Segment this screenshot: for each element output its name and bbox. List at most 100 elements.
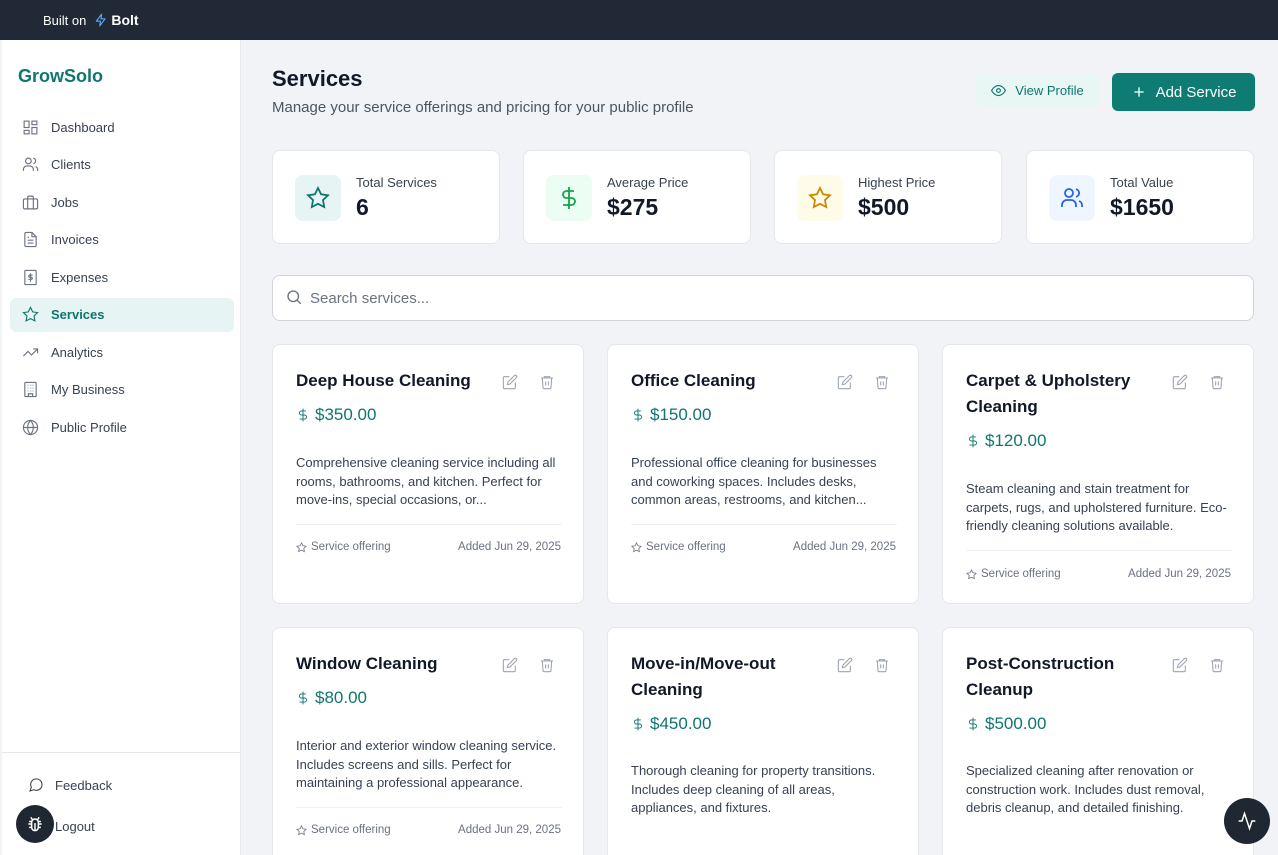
sidebar-item-label: Invoices [51, 232, 99, 247]
trending-up-icon [23, 347, 39, 356]
service-price-value: $150.00 [650, 405, 712, 424]
stat-card-highest-price: Highest Price $500 [774, 150, 1002, 244]
sidebar-item-invoices[interactable]: Invoices [10, 223, 234, 257]
star-icon [808, 186, 832, 209]
logout-label: Logout [55, 818, 95, 834]
service-tag: Service offering [296, 824, 391, 836]
service-tag-label: Service offering [311, 824, 391, 836]
add-service-button[interactable]: Add Service [1112, 73, 1255, 111]
edit-icon[interactable] [837, 657, 853, 673]
service-card[interactable]: Deep House Cleaning $350.00 Comprehensiv… [272, 344, 584, 604]
sidebar-item-jobs[interactable]: Jobs [10, 185, 234, 219]
sidebar-nav: Dashboard Clients Jobs Invoices Expenses… [10, 110, 234, 448]
stat-card-total-value: Total Value $1650 [1026, 150, 1254, 244]
edit-icon[interactable] [502, 374, 518, 390]
plus-icon [1133, 87, 1144, 97]
service-title: Window Cleaning [296, 654, 438, 673]
service-price-value: $120.00 [985, 431, 1047, 450]
building-icon [24, 381, 37, 398]
service-description: Thorough cleaning for property transitio… [631, 763, 876, 815]
dollar-icon [634, 717, 642, 731]
service-price-value: $80.00 [315, 688, 367, 707]
service-title: Post-Construction Cleanup [966, 654, 1115, 699]
sidebar-item-label: Jobs [51, 194, 79, 210]
sidebar-item-public-profile[interactable]: Public Profile [10, 410, 234, 444]
view-profile-button[interactable]: View Profile [976, 74, 1099, 107]
service-card[interactable]: Office Cleaning $150.00 Professional off… [607, 344, 919, 604]
sidebar-item-dashboard[interactable]: Dashboard [10, 110, 234, 144]
stat-label: Total Services [356, 175, 437, 190]
service-added-date: Added Jun 29, 2025 [793, 541, 896, 553]
page-subtitle: Manage your service offerings and pricin… [272, 99, 694, 116]
service-tag: Service offering [966, 568, 1061, 580]
stat-icon-box [295, 175, 341, 221]
service-title: Carpet & Upholstery Cleaning [966, 371, 1131, 416]
service-price: $500.00 [966, 714, 1046, 734]
service-tag-label: Service offering [981, 568, 1061, 580]
feedback-button[interactable]: Feedback [28, 777, 112, 793]
users-icon [22, 157, 39, 171]
stat-label: Highest Price [858, 175, 936, 190]
activity-icon [1238, 811, 1256, 831]
stat-card-total-services: Total Services 6 [272, 150, 500, 244]
service-price-value: $350.00 [315, 405, 377, 424]
stat-icon-box [1049, 175, 1095, 221]
service-card[interactable]: Move-in/Move-out Cleaning $450.00 Thorou… [607, 627, 919, 855]
trash-icon[interactable] [1209, 374, 1225, 390]
globe-icon [22, 419, 39, 435]
service-price-value: $500.00 [985, 714, 1047, 733]
sidebar-item-expenses[interactable]: Expenses [10, 260, 234, 294]
stat-value: $1650 [1110, 194, 1174, 220]
briefcase-icon [22, 195, 39, 209]
sidebar-item-services[interactable]: Services [10, 297, 234, 332]
bug-report-button[interactable] [16, 805, 54, 843]
star-icon [296, 541, 307, 552]
service-title: Deep House Cleaning [296, 371, 471, 390]
sidebar-item-analytics[interactable]: Analytics [10, 335, 234, 369]
users-icon [1061, 188, 1083, 207]
service-price: $150.00 [631, 405, 711, 425]
search-input[interactable] [310, 286, 1210, 310]
service-card[interactable]: Window Cleaning $80.00 Interior and exte… [272, 627, 584, 855]
dashboard-icon [23, 120, 38, 134]
dollar-icon [299, 691, 307, 705]
bolt-icon [96, 13, 107, 27]
bolt-link[interactable]: Bolt [111, 12, 138, 28]
app-logo[interactable]: GrowSolo [18, 66, 103, 87]
trash-icon[interactable] [539, 657, 555, 673]
service-description: Interior and exterior window cleaning se… [296, 738, 557, 790]
service-card[interactable]: Post-Construction Cleanup $500.00 Specia… [942, 627, 1254, 855]
star-icon [296, 824, 307, 835]
bug-icon [28, 816, 42, 832]
trash-icon[interactable] [1209, 657, 1225, 673]
stat-label: Total Value [1110, 175, 1174, 190]
dollar-icon [562, 187, 576, 209]
service-description: Comprehensive cleaning service including… [296, 455, 556, 507]
trash-icon[interactable] [874, 657, 890, 673]
trash-icon[interactable] [539, 374, 555, 390]
star-icon [22, 306, 39, 322]
service-price: $120.00 [966, 431, 1046, 451]
feedback-label: Feedback [55, 777, 113, 793]
add-service-label: Add Service [1155, 83, 1237, 101]
edit-icon[interactable] [1172, 374, 1188, 390]
activity-button[interactable] [1224, 798, 1270, 844]
service-card[interactable]: Carpet & Upholstery Cleaning $120.00 Ste… [942, 344, 1254, 604]
service-added-date: Added Jun 29, 2025 [1128, 568, 1231, 580]
service-price: $450.00 [631, 714, 711, 734]
sidebar-item-my-business[interactable]: My Business [10, 373, 234, 407]
stat-label: Average Price [607, 175, 689, 190]
service-description: Steam cleaning and stain treatment for c… [966, 481, 1227, 533]
stat-value: $500 [858, 194, 910, 220]
sidebar-item-label: Services [51, 307, 105, 322]
sidebar-item-clients[interactable]: Clients [10, 148, 234, 182]
file-icon [24, 231, 37, 248]
edit-icon[interactable] [502, 657, 518, 673]
top-bar: Built on Bolt [0, 0, 1278, 40]
stat-value: $275 [607, 194, 659, 220]
edit-icon[interactable] [1172, 657, 1188, 673]
edit-icon[interactable] [837, 374, 853, 390]
dollar-icon [634, 408, 642, 422]
trash-icon[interactable] [874, 374, 890, 390]
stat-icon-box [797, 175, 843, 221]
